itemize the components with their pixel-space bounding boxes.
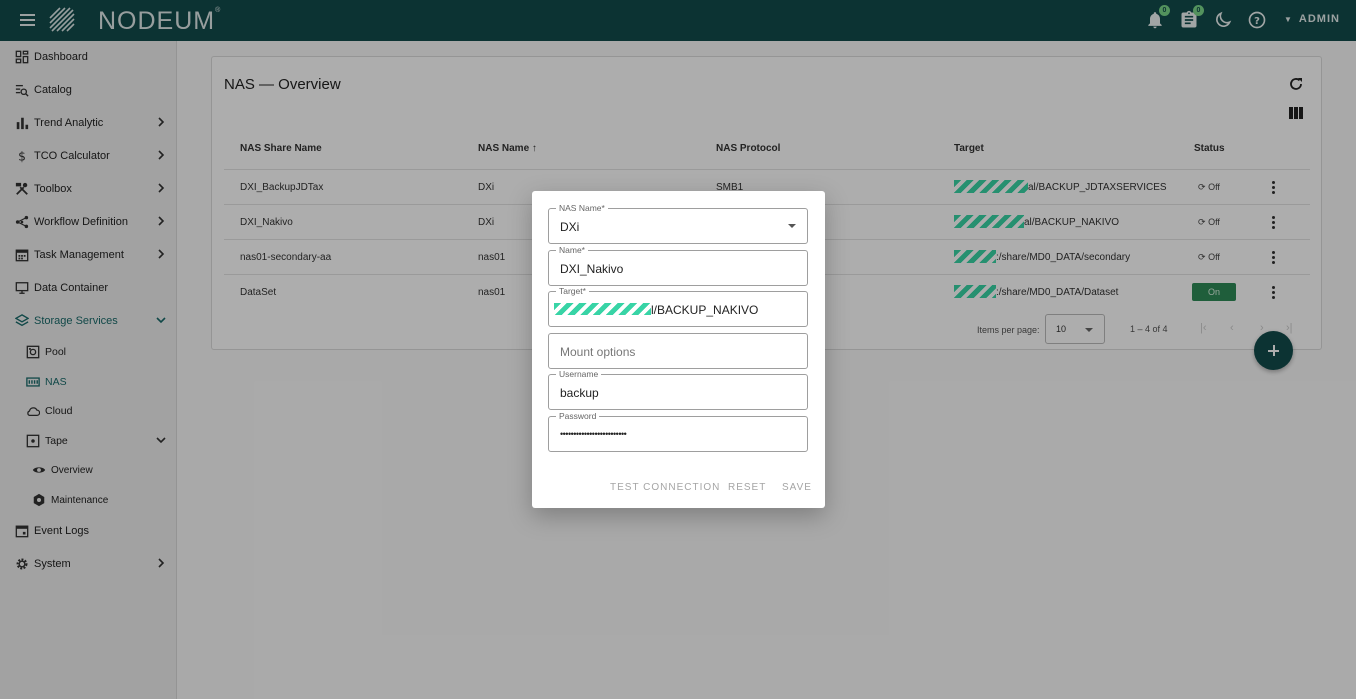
mount-options-field[interactable]: Mount options bbox=[548, 333, 808, 369]
name-field[interactable]: Name* DXI_Nakivo bbox=[548, 245, 808, 286]
redacted-target bbox=[554, 303, 651, 315]
edit-nas-dialog: NAS Name* DXi Name* DXI_Nakivo Target* l… bbox=[532, 191, 825, 508]
target-field[interactable]: Target* l/BACKUP_NAKIVO bbox=[548, 286, 808, 327]
reset-button[interactable]: RESET bbox=[728, 482, 766, 493]
caret-down-icon bbox=[788, 224, 796, 228]
password-field[interactable]: Password ••••••••••••••••••••••••• bbox=[548, 411, 808, 452]
test-connection-button[interactable]: TEST CONNECTION bbox=[610, 482, 720, 493]
nas-name-select[interactable]: NAS Name* DXi bbox=[548, 203, 808, 244]
username-field[interactable]: Username backup bbox=[548, 369, 808, 410]
save-button[interactable]: SAVE bbox=[782, 482, 812, 493]
